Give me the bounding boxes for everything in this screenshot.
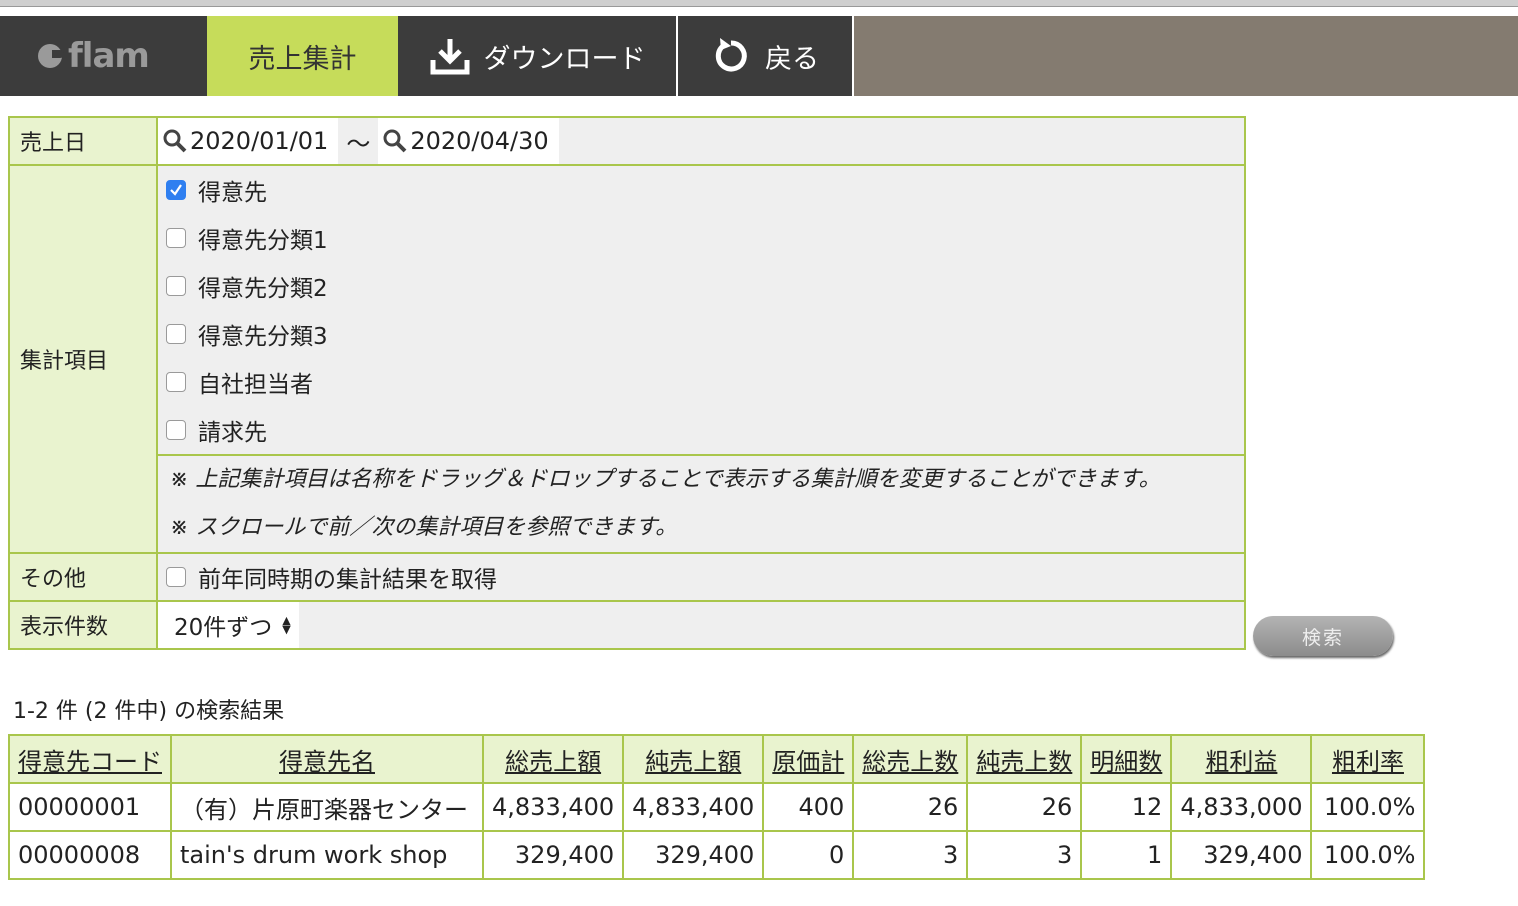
date-to-input[interactable]: 2020/04/30 bbox=[378, 118, 559, 164]
top-navigation: flam 売上集計 ダウンロード 戻る bbox=[0, 16, 1518, 96]
date-from-input[interactable]: 2020/01/01 bbox=[158, 118, 339, 164]
date-range-separator: 〜 bbox=[346, 129, 371, 158]
back-button[interactable]: 戻る bbox=[678, 16, 854, 96]
cell-line-count: 12 bbox=[1080, 782, 1173, 832]
date-from-value: 2020/01/01 bbox=[190, 127, 329, 155]
tab-sales-summary-label: 売上集計 bbox=[248, 43, 357, 75]
checkbox[interactable] bbox=[166, 276, 186, 296]
search-icon bbox=[163, 129, 187, 153]
column-header[interactable]: 純売上数 bbox=[966, 734, 1083, 784]
page-size-row: 表示件数 20件ずつ ▲ ▼ bbox=[8, 600, 1246, 650]
cell-net-qty: 26 bbox=[966, 782, 1083, 832]
aggregation-item-billing[interactable]: 請求先 bbox=[158, 406, 1244, 454]
other-label: その他 bbox=[8, 552, 158, 602]
aggregation-item-staff[interactable]: 自社担当者 bbox=[158, 358, 1244, 406]
cell-gross-qty: 3 bbox=[852, 830, 969, 880]
result-summary: 1-2 件 (2 件中) の検索結果 bbox=[13, 699, 285, 724]
column-header[interactable]: 総売上額 bbox=[481, 734, 625, 784]
other-row: その他 前年同時期の集計結果を取得 bbox=[8, 552, 1246, 602]
checkbox[interactable] bbox=[166, 228, 186, 248]
nav-filler bbox=[854, 16, 1518, 96]
cell-net-qty: 3 bbox=[966, 830, 1083, 880]
search-icon bbox=[383, 129, 407, 153]
logo-mark-icon bbox=[38, 44, 64, 68]
cell-line-count: 1 bbox=[1080, 830, 1173, 880]
checkbox-checked[interactable] bbox=[166, 180, 186, 200]
cell-customer-code: 00000001 bbox=[8, 782, 172, 832]
aggregation-notes: ※ 上記集計項目は名称をドラッグ＆ドロップすることで表示する集計順を変更すること… bbox=[158, 454, 1244, 552]
back-label: 戻る bbox=[765, 43, 819, 75]
checkbox[interactable] bbox=[166, 324, 186, 344]
sales-date-label: 売上日 bbox=[8, 116, 158, 166]
cell-gross-qty: 26 bbox=[852, 782, 969, 832]
cell-cost: 400 bbox=[762, 782, 855, 832]
previous-year-option[interactable]: 前年同時期の集計結果を取得 bbox=[158, 554, 1244, 600]
column-header[interactable]: 得意先コード bbox=[8, 734, 172, 784]
cell-customer-name: tain's drum work shop bbox=[170, 830, 484, 880]
cell-gross-sales: 329,400 bbox=[481, 830, 625, 880]
aggregation-item-customer-class-3[interactable]: 得意先分類3 bbox=[158, 310, 1244, 358]
tab-sales-summary[interactable]: 売上集計 bbox=[207, 16, 398, 96]
column-header[interactable]: 得意先名 bbox=[170, 734, 484, 784]
column-header[interactable]: 粗利率 bbox=[1310, 734, 1426, 784]
column-header[interactable]: 純売上額 bbox=[622, 734, 765, 784]
cell-customer-name: （有）片原町楽器センター bbox=[170, 782, 484, 832]
undo-icon bbox=[715, 38, 747, 72]
cell-gross-sales: 4,833,400 bbox=[481, 782, 625, 832]
cell-gross-profit: 4,833,000 bbox=[1170, 782, 1313, 832]
column-header[interactable]: 総売上数 bbox=[852, 734, 969, 784]
checkbox[interactable] bbox=[166, 372, 186, 392]
aggregation-item-customer[interactable]: 得意先 bbox=[158, 166, 1244, 214]
note-scroll: ※ スクロールで前／次の集計項目を参照できます。 bbox=[170, 515, 678, 540]
window-top-border bbox=[0, 0, 1518, 7]
note-drag-drop: ※ 上記集計項目は名称をドラッグ＆ドロップすることで表示する集計順を変更すること… bbox=[170, 467, 1161, 492]
cell-customer-code: 00000008 bbox=[8, 830, 172, 880]
results-table: 得意先コード 得意先名 総売上額 純売上額 原価計 総売上数 純売上数 明細数 … bbox=[8, 734, 1426, 880]
aggregation-item-list: 得意先 得意先分類1 得意先分類2 得意先分類3 自社担当者 請求先 bbox=[158, 166, 1244, 454]
download-icon bbox=[430, 39, 469, 75]
date-to-value: 2020/04/30 bbox=[410, 127, 549, 155]
checkbox[interactable] bbox=[166, 420, 186, 440]
aggregation-row: 集計項目 得意先 得意先分類1 得意先分類2 得意先分類3 自社担当者 請求先 … bbox=[8, 164, 1246, 554]
search-button[interactable]: 検索 bbox=[1253, 616, 1393, 656]
select-arrows-icon: ▲ ▼ bbox=[282, 614, 291, 636]
cell-cost: 0 bbox=[762, 830, 855, 880]
column-header[interactable]: 原価計 bbox=[762, 734, 855, 784]
aggregation-item-customer-class-1[interactable]: 得意先分類1 bbox=[158, 214, 1244, 262]
search-form: 売上日 2020/01/01 〜 2020/04/30 集計項目 得意先 得意先… bbox=[8, 116, 1246, 650]
download-button[interactable]: ダウンロード bbox=[399, 16, 678, 96]
column-header[interactable]: 明細数 bbox=[1080, 734, 1173, 784]
cell-margin: 100.0% bbox=[1310, 830, 1426, 880]
column-header[interactable]: 粗利益 bbox=[1170, 734, 1313, 784]
aggregation-item-customer-class-2[interactable]: 得意先分類2 bbox=[158, 262, 1244, 310]
checkbox[interactable] bbox=[166, 567, 186, 587]
cell-net-sales: 329,400 bbox=[622, 830, 765, 880]
cell-net-sales: 4,833,400 bbox=[622, 782, 765, 832]
aggregation-label: 集計項目 bbox=[8, 164, 158, 554]
table-header-row: 得意先コード 得意先名 総売上額 純売上額 原価計 総売上数 純売上数 明細数 … bbox=[8, 734, 1426, 784]
sales-date-row: 売上日 2020/01/01 〜 2020/04/30 bbox=[8, 116, 1246, 166]
flam-logo[interactable]: flam bbox=[38, 36, 150, 76]
page-size-select[interactable]: 20件ずつ ▲ ▼ bbox=[158, 602, 299, 648]
cell-margin: 100.0% bbox=[1310, 782, 1426, 832]
download-label: ダウンロード bbox=[483, 43, 646, 75]
cell-gross-profit: 329,400 bbox=[1170, 830, 1313, 880]
logo-text: flam bbox=[68, 36, 150, 76]
table-row: 00000008 tain's drum work shop 329,400 3… bbox=[8, 830, 1426, 880]
page-size-label: 表示件数 bbox=[8, 600, 158, 650]
table-row: 00000001 （有）片原町楽器センター 4,833,400 4,833,40… bbox=[8, 782, 1426, 832]
